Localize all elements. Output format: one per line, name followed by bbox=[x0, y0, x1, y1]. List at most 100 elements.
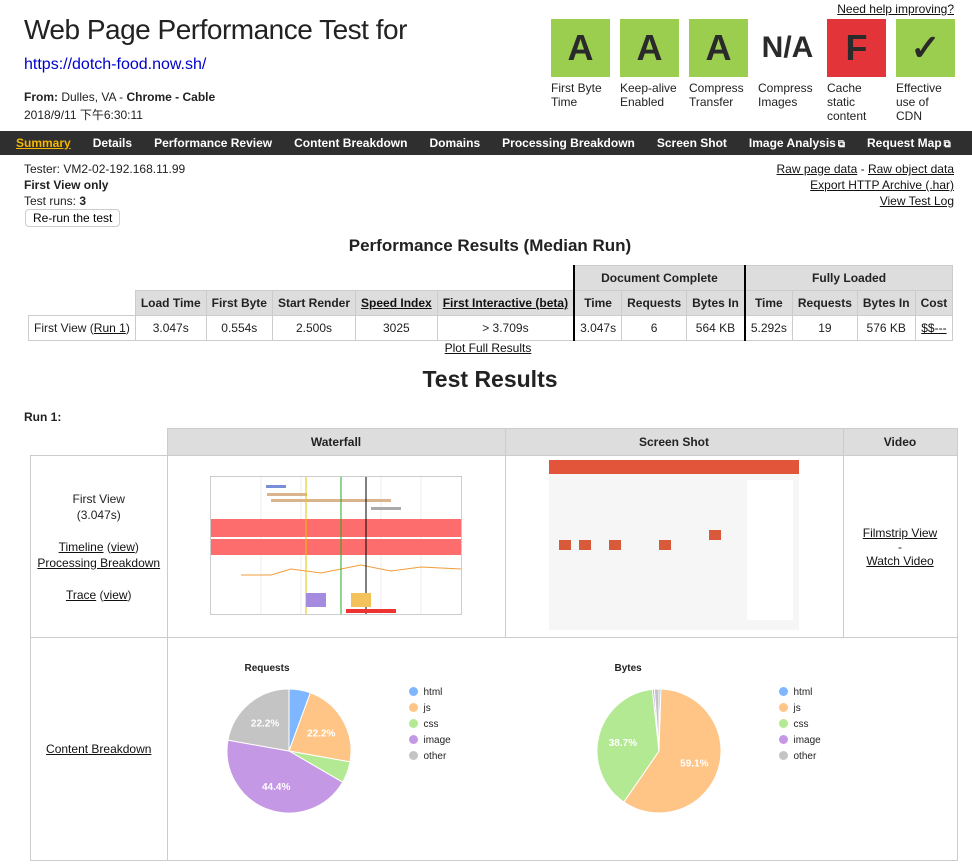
grade-item[interactable]: ✓ Effective use of CDN bbox=[896, 19, 955, 123]
nav-request-map[interactable]: Request Map ⧉ bbox=[867, 136, 951, 150]
content-breakdown-link[interactable]: Content Breakdown bbox=[46, 742, 151, 756]
run-label: Run 1: bbox=[24, 410, 62, 424]
grade-item[interactable]: A First Byte Time bbox=[551, 19, 610, 123]
grade-item[interactable]: N/A Compress Images bbox=[758, 19, 817, 123]
nav-content-breakdown[interactable]: Content Breakdown bbox=[294, 136, 407, 150]
timeline-link[interactable]: Timeline bbox=[59, 540, 104, 554]
trace-view-link[interactable]: view bbox=[104, 588, 128, 602]
legend-item: js bbox=[778, 701, 821, 717]
column-header: Cost bbox=[914, 290, 954, 316]
metric-value: 3.047s bbox=[134, 315, 207, 341]
column-header: Load Time bbox=[134, 290, 207, 316]
grade-label: Keep-alive Enabled bbox=[620, 81, 677, 109]
test-runs-label: Test runs: bbox=[24, 194, 77, 208]
chart-title: Bytes bbox=[614, 663, 642, 674]
test-location: From: Dulles, VA - Chrome - Cable bbox=[24, 90, 215, 104]
legend-swatch bbox=[408, 735, 418, 744]
run-1-link[interactable]: Run 1 bbox=[94, 321, 126, 335]
watch-video-link[interactable]: Watch Video bbox=[866, 554, 933, 568]
first-view-cell: First View (3.047s) Timeline (view) Proc… bbox=[30, 455, 168, 638]
help-link[interactable]: Need help improving? bbox=[837, 2, 954, 16]
processing-breakdown-link[interactable]: Processing Breakdown bbox=[37, 556, 160, 570]
raw-links: Raw page data - Raw object data Export H… bbox=[777, 161, 954, 209]
nav-processing-breakdown[interactable]: Processing Breakdown bbox=[502, 136, 635, 150]
tester: Tester: VM2-02-192.168.11.99 bbox=[24, 162, 186, 176]
metric-value[interactable]: $$--- bbox=[914, 315, 954, 341]
export-har-link[interactable]: Export HTTP Archive (.har) bbox=[810, 178, 954, 192]
column-header: Time bbox=[743, 290, 793, 316]
performance-title: Performance Results (Median Run) bbox=[348, 236, 632, 255]
screenshot-thumbnail[interactable] bbox=[549, 460, 799, 630]
slice-label: 44.4% bbox=[261, 782, 289, 793]
column-header: Bytes In bbox=[686, 290, 746, 316]
column-header[interactable]: First Interactive (beta) bbox=[436, 290, 575, 316]
raw-object-data-link[interactable]: Raw object data bbox=[868, 162, 954, 176]
test-date: 2018/9/11 下午6:30:11 bbox=[24, 108, 143, 122]
page-title: Web Page Performance Test for bbox=[24, 14, 407, 45]
performance-table: Document Complete Fully Loaded Load Time F… bbox=[28, 265, 954, 341]
nav-image-analysis[interactable]: Image Analysis ⧉ bbox=[749, 136, 845, 150]
view-test-log-link[interactable]: View Test Log bbox=[880, 194, 954, 208]
grade-badge: A bbox=[689, 19, 748, 77]
grade-item[interactable]: A Compress Transfer bbox=[689, 19, 748, 123]
test-runs: Test runs: 3 bbox=[24, 193, 185, 209]
trace-link[interactable]: Trace bbox=[66, 588, 96, 602]
test-results-title: Test Results bbox=[422, 366, 558, 392]
filmstrip-view-link[interactable]: Filmstrip View bbox=[863, 526, 937, 540]
column-header[interactable]: Speed Index bbox=[355, 290, 438, 316]
metric-value: 19 bbox=[791, 315, 858, 341]
column-header: Requests bbox=[621, 290, 688, 316]
legend-item: css bbox=[408, 717, 451, 733]
legend-swatch bbox=[408, 719, 418, 728]
grade-badge: ✓ bbox=[896, 19, 955, 77]
waterfall-thumbnail[interactable] bbox=[210, 475, 462, 615]
metric-value: > 3.709s bbox=[436, 315, 575, 341]
legend-swatch bbox=[778, 751, 788, 760]
nav-details[interactable]: Details bbox=[93, 136, 132, 150]
slice-label: 38.7% bbox=[608, 738, 636, 749]
slice-label: 22.2% bbox=[250, 718, 278, 729]
metric-value: 3025 bbox=[355, 315, 438, 341]
metric-value: 0.554s bbox=[205, 315, 273, 341]
legend-swatch bbox=[778, 735, 788, 744]
nav-screen-shot[interactable]: Screen Shot bbox=[657, 136, 727, 150]
pie-chart: 59.1% 38.7% bbox=[596, 688, 721, 814]
grade-item[interactable]: A Keep-alive Enabled bbox=[620, 19, 679, 123]
nav-summary[interactable]: Summary bbox=[16, 136, 71, 150]
legend-swatch bbox=[408, 703, 418, 712]
main-nav: Summary Details Performance Review Content … bbox=[0, 131, 972, 155]
test-info: Tester: VM2-02-192.168.11.99 First View … bbox=[24, 161, 185, 209]
rerun-button[interactable]: Re-run the test bbox=[25, 209, 121, 227]
separator: - bbox=[860, 162, 865, 176]
first-view-label: First View bbox=[72, 491, 125, 506]
nav-domains[interactable]: Domains bbox=[429, 136, 480, 150]
legend-item: html bbox=[778, 685, 821, 701]
grade-item[interactable]: F Cache static content bbox=[827, 19, 886, 123]
column-header: First Byte bbox=[205, 290, 273, 316]
metric-value: 3.047s bbox=[573, 315, 623, 341]
from-label: From: bbox=[24, 90, 58, 104]
document-complete-header: Document Complete bbox=[573, 265, 746, 291]
grade-badge: N/A bbox=[758, 19, 817, 77]
timeline-view-link[interactable]: view bbox=[111, 540, 135, 554]
nav-performance-review[interactable]: Performance Review bbox=[154, 136, 272, 150]
tested-url-link[interactable]: https://dotch-food.now.sh/ bbox=[24, 56, 206, 74]
column-header: Start Render bbox=[271, 290, 357, 316]
video-cell: Filmstrip View - Watch Video bbox=[842, 455, 958, 638]
grades: A First Byte Time A Keep-alive Enabled A Comp… bbox=[551, 19, 955, 123]
legend-swatch bbox=[408, 751, 418, 760]
column-header: Time bbox=[573, 290, 623, 316]
plot-full-results-link[interactable]: Plot Full Results bbox=[445, 341, 532, 355]
legend-item: html bbox=[408, 685, 451, 701]
column-header: Requests bbox=[791, 290, 858, 316]
separator: - bbox=[898, 539, 902, 554]
legend-item: css bbox=[778, 717, 821, 733]
from-location: Dulles, VA - bbox=[61, 90, 124, 104]
pie-chart: 22.2% 44.4% 22.2% bbox=[226, 688, 351, 814]
legend-item: image bbox=[408, 733, 451, 749]
legend-item: other bbox=[408, 749, 451, 765]
raw-page-data-link[interactable]: Raw page data bbox=[777, 162, 858, 176]
grade-label: First Byte Time bbox=[551, 81, 602, 109]
metric-value: 576 KB bbox=[856, 315, 916, 341]
view-mode: First View only bbox=[24, 178, 109, 192]
